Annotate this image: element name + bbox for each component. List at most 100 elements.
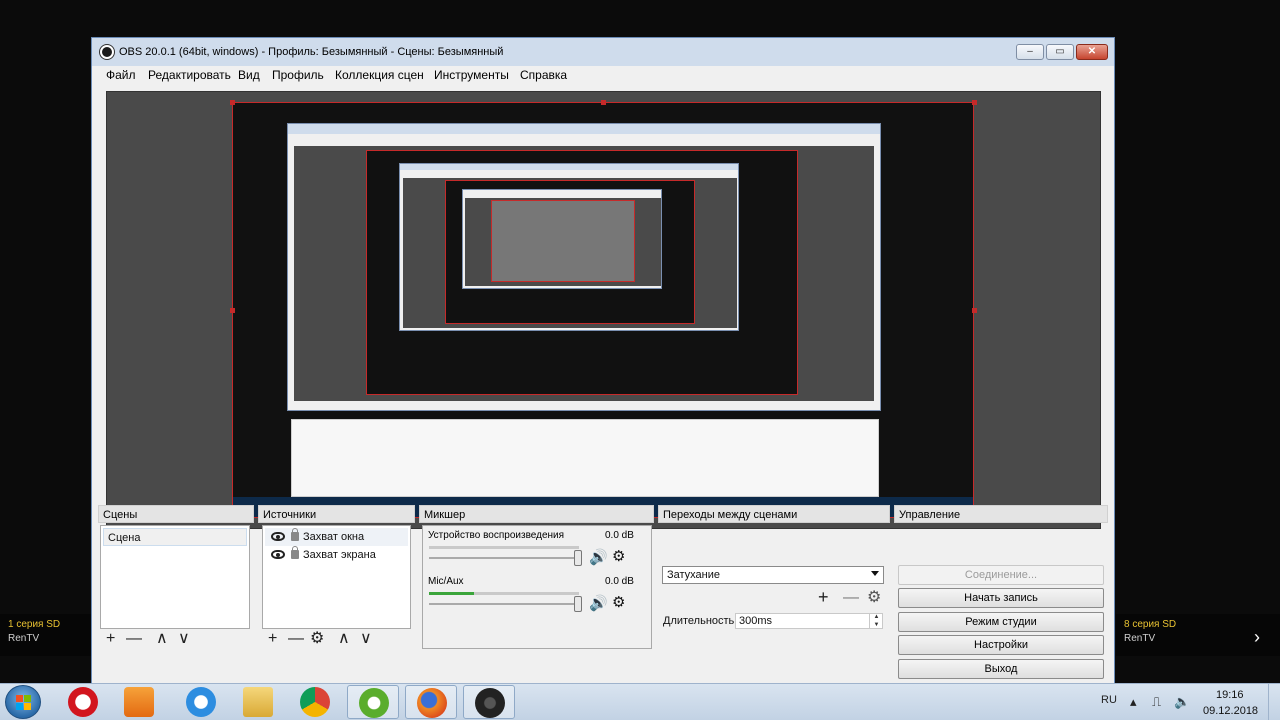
windows-start-button[interactable] xyxy=(5,685,41,719)
speaker-icon[interactable]: 🔊 xyxy=(589,594,608,612)
mixer-channel-name: Устройство воспроизведения xyxy=(428,530,565,541)
volume-icon[interactable]: 🔈 xyxy=(1174,694,1190,710)
resize-handle-top-left[interactable] xyxy=(230,100,235,105)
clock-date[interactable]: 09.12.2018 xyxy=(1203,705,1258,717)
right-caption-series: 8 серия SD xyxy=(1124,619,1177,630)
opera-icon xyxy=(68,687,98,717)
taskbar: RU ▴ ⎍ 🔈 19:16 09.12.2018 xyxy=(0,683,1280,720)
clock-time[interactable]: 19:16 xyxy=(1216,689,1244,701)
volume-slider-track[interactable] xyxy=(429,557,579,559)
folder-icon xyxy=(243,687,273,717)
remove-transition-icon[interactable]: — xyxy=(843,590,859,606)
chrome-icon xyxy=(300,687,330,717)
window-title: OBS 20.0.1 (64bit, windows) - Профиль: Б… xyxy=(119,46,504,58)
nested-obs-window xyxy=(287,123,881,411)
nested-title-bar xyxy=(288,124,880,134)
volume-slider-thumb[interactable] xyxy=(574,596,582,612)
gear-icon[interactable]: ⚙ xyxy=(612,547,625,565)
resize-handle-right[interactable] xyxy=(972,308,977,313)
gear-icon[interactable]: ⚙ xyxy=(612,593,625,611)
maximize-button[interactable]: ▭ xyxy=(1046,44,1074,60)
windows-logo-icon xyxy=(16,695,31,710)
add-source-icon[interactable]: + xyxy=(268,631,277,647)
nested-obs-window-3 xyxy=(462,189,662,289)
menu-file[interactable]: Файл xyxy=(106,68,136,82)
menu-scene-collection[interactable]: Коллекция сцен xyxy=(335,68,424,82)
resize-handle-top[interactable] xyxy=(601,100,606,105)
scenes-toolbar: + — ∧ ∨ xyxy=(100,525,250,649)
title-bar[interactable]: OBS 20.0.1 (64bit, windows) - Профиль: Б… xyxy=(92,38,1114,66)
add-transition-icon[interactable]: + xyxy=(818,588,829,606)
move-scene-up-icon[interactable]: ∧ xyxy=(156,631,168,647)
transition-select-value: Затухание xyxy=(667,569,721,581)
next-arrow-icon[interactable]: › xyxy=(1254,627,1260,648)
remove-scene-icon[interactable]: — xyxy=(126,631,142,647)
network-icon[interactable]: ⎍ xyxy=(1152,694,1161,710)
studio-mode-button[interactable]: Режим студии xyxy=(898,612,1104,632)
taskbar-app-utorrent[interactable] xyxy=(347,685,399,719)
start-recording-button[interactable]: Начать запись xyxy=(898,588,1104,608)
duration-spinner-icon[interactable]: ▲ ▼ xyxy=(869,613,883,629)
menu-edit[interactable]: Редактировать xyxy=(148,68,231,82)
transition-properties-gear-icon[interactable]: ⚙ xyxy=(867,590,881,606)
mixer-dock-title: Микшер xyxy=(419,505,654,523)
resize-handle-left[interactable] xyxy=(230,308,235,313)
controls-dock-title: Управление xyxy=(894,505,1108,523)
sources-dock-title: Источники xyxy=(258,505,415,523)
mixer-channel-name: Mic/Aux xyxy=(428,576,464,587)
taskbar-app-file-explorer[interactable] xyxy=(232,685,284,719)
move-source-down-icon[interactable]: ∨ xyxy=(360,631,372,647)
source-properties-gear-icon[interactable]: ⚙ xyxy=(310,631,324,647)
mixer-panel: Устройство воспроизведения 0.0 dB 🔊 ⚙ Mi… xyxy=(422,525,652,649)
right-caption-channel: RenTV xyxy=(1124,633,1156,644)
firefox-icon xyxy=(417,688,447,718)
obs-logo-icon xyxy=(100,45,114,59)
nested-preview xyxy=(294,146,874,401)
close-button[interactable]: ✕ xyxy=(1076,44,1108,60)
scenes-dock-title: Сцены xyxy=(98,505,254,523)
preview-canvas[interactable] xyxy=(232,102,974,518)
move-scene-down-icon[interactable]: ∨ xyxy=(178,631,190,647)
desktop: 1 серия SD RenTV 8 серия SD RenTV › OBS … xyxy=(0,0,1280,720)
volume-slider-track[interactable] xyxy=(429,603,579,605)
nested-title-bar-2 xyxy=(400,164,738,170)
nested-preview-2 xyxy=(403,178,737,328)
menu-tools[interactable]: Инструменты xyxy=(434,68,509,82)
menu-help[interactable]: Справка xyxy=(520,68,567,82)
move-source-up-icon[interactable]: ∧ xyxy=(338,631,350,647)
menu-profile[interactable]: Профиль xyxy=(272,68,324,82)
nested-canvas-3 xyxy=(491,200,635,282)
volume-meter xyxy=(429,546,579,549)
settings-button[interactable]: Настройки xyxy=(898,635,1104,655)
exit-button[interactable]: Выход xyxy=(898,659,1104,679)
transitions-dock-title: Переходы между сценами xyxy=(658,505,890,523)
menu-bar: Файл Редактировать Вид Профиль Коллекция… xyxy=(92,66,1114,86)
duration-input[interactable]: 300ms xyxy=(735,613,883,629)
volume-slider-thumb[interactable] xyxy=(574,550,582,566)
tray-expand-icon[interactable]: ▴ xyxy=(1130,694,1137,710)
taskbar-app-obs[interactable] xyxy=(463,685,515,719)
internet-explorer-icon xyxy=(186,687,216,717)
volume-level-indicator xyxy=(429,592,474,595)
taskbar-app-firefox[interactable] xyxy=(405,685,457,719)
show-desktop-button[interactable] xyxy=(1268,684,1280,720)
remove-source-icon[interactable]: — xyxy=(288,631,304,647)
preview-area[interactable] xyxy=(106,91,1101,529)
nested-docks xyxy=(291,419,879,497)
taskbar-app-chrome[interactable] xyxy=(289,685,341,719)
taskbar-app-internet-explorer[interactable] xyxy=(175,685,227,719)
nested-preview-3 xyxy=(465,198,661,286)
sources-toolbar: + — ⚙ ∧ ∨ xyxy=(262,525,411,649)
language-indicator[interactable]: RU xyxy=(1101,694,1117,706)
resize-handle-top-right[interactable] xyxy=(972,100,977,105)
menu-view[interactable]: Вид xyxy=(238,68,260,82)
mixer-channel-db: 0.0 dB xyxy=(605,576,634,587)
minimize-button[interactable]: – xyxy=(1016,44,1044,60)
speaker-icon[interactable]: 🔊 xyxy=(589,548,608,566)
taskbar-app-media-player[interactable] xyxy=(113,685,165,719)
connect-button[interactable]: Соединение... xyxy=(898,565,1104,585)
nested-canvas-2 xyxy=(445,180,695,324)
taskbar-app-opera[interactable] xyxy=(57,685,109,719)
transition-select[interactable]: Затухание xyxy=(662,566,884,584)
add-scene-icon[interactable]: + xyxy=(106,631,115,647)
